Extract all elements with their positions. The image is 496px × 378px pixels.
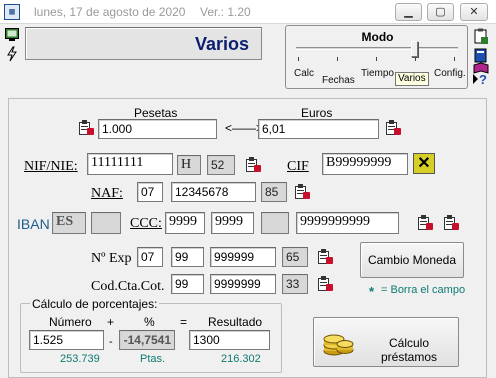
naf-part2-input[interactable]: 12345678 bbox=[171, 182, 256, 202]
clipboard-icon[interactable] bbox=[317, 249, 334, 266]
calculo-prestamos-label: Cálculo préstamos bbox=[380, 336, 438, 364]
mode-selector-title: Modo bbox=[361, 30, 394, 44]
close-button[interactable]: ✕ bbox=[460, 3, 488, 21]
mode-slider-track[interactable] bbox=[296, 47, 458, 50]
ccc-dc bbox=[261, 212, 289, 234]
mode-slider-thumb[interactable] bbox=[411, 41, 418, 57]
nif-code: 52 bbox=[207, 155, 235, 175]
codcta-part1-input[interactable]: 99 bbox=[171, 274, 204, 294]
slider-tick bbox=[298, 57, 299, 61]
title-version: Ver.: 1.20 bbox=[200, 5, 251, 19]
expediente-label: Nº Exp bbox=[91, 251, 132, 266]
mode-header: Varios bbox=[25, 27, 262, 60]
clipboard-icon[interactable] bbox=[417, 215, 434, 232]
cif-label[interactable]: CIF bbox=[287, 159, 309, 175]
iban-label: IBAN bbox=[17, 216, 50, 232]
note-text: = Borra el campo bbox=[381, 284, 466, 296]
mode-label-config[interactable]: Config. bbox=[434, 68, 466, 79]
coins-icon bbox=[322, 326, 354, 358]
nif-letter: H bbox=[177, 155, 201, 175]
iban-country: ES bbox=[52, 212, 86, 234]
nif-input[interactable]: 11111111 bbox=[87, 153, 173, 175]
minus-sign: - bbox=[109, 336, 113, 348]
slider-tick bbox=[454, 57, 455, 61]
nif-label[interactable]: NIF/NIE: bbox=[24, 159, 78, 175]
mode-label-tiempo[interactable]: Tiempo bbox=[361, 68, 394, 79]
slider-tick bbox=[376, 57, 377, 61]
cif-input[interactable]: B99999999 bbox=[322, 153, 408, 175]
cambio-moneda-button[interactable]: Cambio Moneda bbox=[360, 242, 464, 278]
mode-label-fechas[interactable]: Fechas bbox=[322, 75, 355, 86]
clipboard-icon[interactable] bbox=[471, 28, 491, 46]
clipboard-icon[interactable] bbox=[443, 215, 460, 232]
pesetas-label: Pesetas bbox=[134, 106, 178, 120]
minimize-button[interactable]: ▁ bbox=[395, 3, 422, 21]
euros-label: Euros bbox=[301, 106, 333, 120]
title-date: lunes, 17 de agosto de 2020 bbox=[34, 5, 186, 19]
calculo-prestamos-button[interactable]: Cálculo préstamos bbox=[313, 317, 459, 367]
slider-tick bbox=[415, 57, 416, 61]
pesetas-total-right: 216.302 bbox=[221, 353, 261, 365]
clipboard-icon[interactable] bbox=[245, 157, 262, 174]
clipboard-icon[interactable] bbox=[294, 184, 311, 201]
codcta-part2-input[interactable]: 9999999 bbox=[210, 274, 276, 294]
resultado-input[interactable]: 1300 bbox=[189, 330, 270, 350]
monitor-icon[interactable] bbox=[3, 27, 21, 45]
svg-text:?: ? bbox=[479, 72, 487, 86]
expediente-part1-input[interactable]: 07 bbox=[137, 247, 163, 267]
numero-label: Número bbox=[49, 315, 92, 329]
mode-title: Varios bbox=[194, 34, 249, 54]
pesetas-input[interactable]: 1.000 bbox=[98, 119, 217, 139]
units-label: Ptas. bbox=[140, 353, 166, 365]
help-icon[interactable]: ? bbox=[471, 72, 491, 90]
mode-label-varios[interactable]: Varios bbox=[395, 72, 429, 86]
expediente-part3-input[interactable]: 999999 bbox=[210, 247, 276, 267]
mode-label-calc[interactable]: Calc bbox=[294, 68, 314, 79]
expediente-part2-input[interactable]: 99 bbox=[171, 247, 204, 267]
percentage-group-title: Cálculo de porcentajes: bbox=[30, 297, 160, 311]
naf-label[interactable]: NAF: bbox=[91, 186, 123, 202]
maximize-button[interactable]: ▢ bbox=[427, 3, 454, 21]
ccc-label[interactable]: CCC: bbox=[130, 216, 162, 232]
resultado-label: Resultado bbox=[208, 315, 263, 329]
lightning-icon[interactable] bbox=[3, 46, 21, 64]
pesetas-total-left: 253.739 bbox=[60, 353, 100, 365]
iban-check bbox=[91, 212, 121, 234]
numero-input[interactable]: 1.525 bbox=[29, 330, 104, 350]
expediente-control: 65 bbox=[282, 247, 308, 267]
codcta-label: Cod.Cta.Cot. bbox=[91, 279, 165, 294]
clipboard-icon[interactable] bbox=[78, 120, 95, 137]
plus-sign: + bbox=[107, 315, 115, 329]
euros-input[interactable]: 6,01 bbox=[258, 119, 379, 139]
calculator-icon[interactable]: ▦ bbox=[4, 4, 20, 20]
codcta-control: 33 bbox=[282, 274, 308, 294]
ccc-oficina-input[interactable]: 9999 bbox=[211, 212, 254, 234]
ccc-entidad-input[interactable]: 9999 bbox=[165, 212, 205, 234]
mode-selector: Modo Calc Fechas Tiempo Varios Config. bbox=[285, 25, 468, 89]
clear-x-button[interactable]: ✕ bbox=[413, 153, 435, 174]
naf-part1-input[interactable]: 07 bbox=[137, 182, 163, 202]
clipboard-icon[interactable] bbox=[385, 120, 402, 137]
ccc-cuenta-input[interactable]: 9999999999 bbox=[296, 212, 399, 234]
naf-control: 85 bbox=[261, 182, 287, 202]
slider-tick bbox=[337, 57, 338, 61]
clipboard-icon[interactable] bbox=[317, 276, 334, 293]
equals-sign: = bbox=[180, 315, 188, 329]
note-star: * bbox=[369, 284, 375, 299]
title-bar: ▦ lunes, 17 de agosto de 2020 Ver.: 1.20… bbox=[0, 0, 496, 24]
percent-input[interactable]: -14,7541 bbox=[119, 330, 175, 350]
percent-label: % bbox=[144, 315, 155, 329]
